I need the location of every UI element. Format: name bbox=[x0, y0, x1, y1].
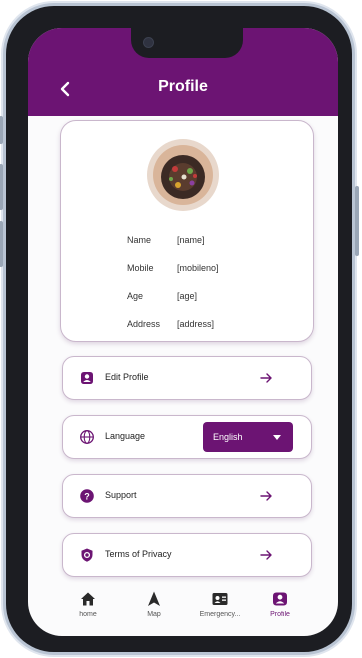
home-icon bbox=[81, 592, 95, 606]
tab-emergency-label: Emergency... bbox=[199, 611, 241, 618]
name-value: [name] bbox=[177, 235, 205, 245]
address-value: [address] bbox=[177, 319, 215, 329]
volume-down-button bbox=[0, 221, 3, 267]
phone-frame: Profile Name [name] Mobile [mobileno] Ag… bbox=[0, 6, 359, 652]
profile-avatar bbox=[147, 139, 219, 211]
tab-home[interactable]: home bbox=[58, 584, 118, 632]
id-card-icon bbox=[212, 593, 228, 605]
power-button bbox=[355, 186, 359, 256]
profile-icon bbox=[273, 592, 287, 606]
svg-text:?: ? bbox=[84, 491, 90, 501]
edit-profile-icon bbox=[79, 370, 95, 386]
name-label: Name bbox=[127, 235, 152, 245]
tab-map-label: Map bbox=[147, 611, 161, 618]
bottom-tab-bar: home Map Emergency... Profile bbox=[28, 584, 338, 636]
arrow-right-icon bbox=[260, 550, 272, 560]
language-selected-value: English bbox=[213, 432, 243, 442]
navigation-icon bbox=[148, 591, 160, 606]
age-label: Age bbox=[127, 291, 144, 301]
mobile-label: Mobile bbox=[127, 263, 154, 273]
language-select[interactable]: English bbox=[203, 422, 293, 452]
arrow-right-icon bbox=[260, 491, 272, 501]
globe-icon bbox=[79, 429, 95, 445]
page-title: Profile bbox=[158, 78, 208, 95]
tab-profile-label: Profile bbox=[270, 611, 290, 618]
profile-card: Name [name] Mobile [mobileno] Age [age] … bbox=[60, 120, 314, 342]
volume-up-button bbox=[0, 164, 3, 210]
edit-profile-label: Edit Profile bbox=[105, 372, 149, 382]
age-value: [age] bbox=[177, 291, 198, 301]
help-icon: ? bbox=[79, 488, 95, 504]
tab-emergency[interactable]: Emergency... bbox=[190, 584, 250, 632]
tab-home-label: home bbox=[79, 611, 97, 618]
terms-of-privacy-button[interactable]: Terms of Privacy bbox=[62, 533, 312, 577]
app-screen: Profile Name [name] Mobile [mobileno] Ag… bbox=[28, 28, 338, 636]
language-label: Language bbox=[105, 431, 146, 441]
address-label: Address bbox=[127, 319, 161, 329]
mute-switch bbox=[0, 116, 3, 144]
notch bbox=[131, 28, 243, 58]
mobile-value: [mobileno] bbox=[177, 263, 219, 273]
tab-profile[interactable]: Profile bbox=[250, 584, 310, 632]
privacy-shield-icon bbox=[79, 547, 95, 563]
tab-map[interactable]: Map bbox=[124, 584, 184, 632]
support-button[interactable]: ? Support bbox=[62, 474, 312, 518]
caret-down-icon bbox=[273, 435, 281, 440]
app-header: Profile bbox=[28, 28, 338, 116]
language-row: Language English bbox=[62, 415, 312, 459]
arrow-right-icon bbox=[260, 373, 272, 383]
edit-profile-button[interactable]: Edit Profile bbox=[62, 356, 312, 400]
support-label: Support bbox=[105, 490, 137, 500]
terms-label: Terms of Privacy bbox=[105, 549, 172, 559]
camera-icon bbox=[143, 37, 154, 48]
